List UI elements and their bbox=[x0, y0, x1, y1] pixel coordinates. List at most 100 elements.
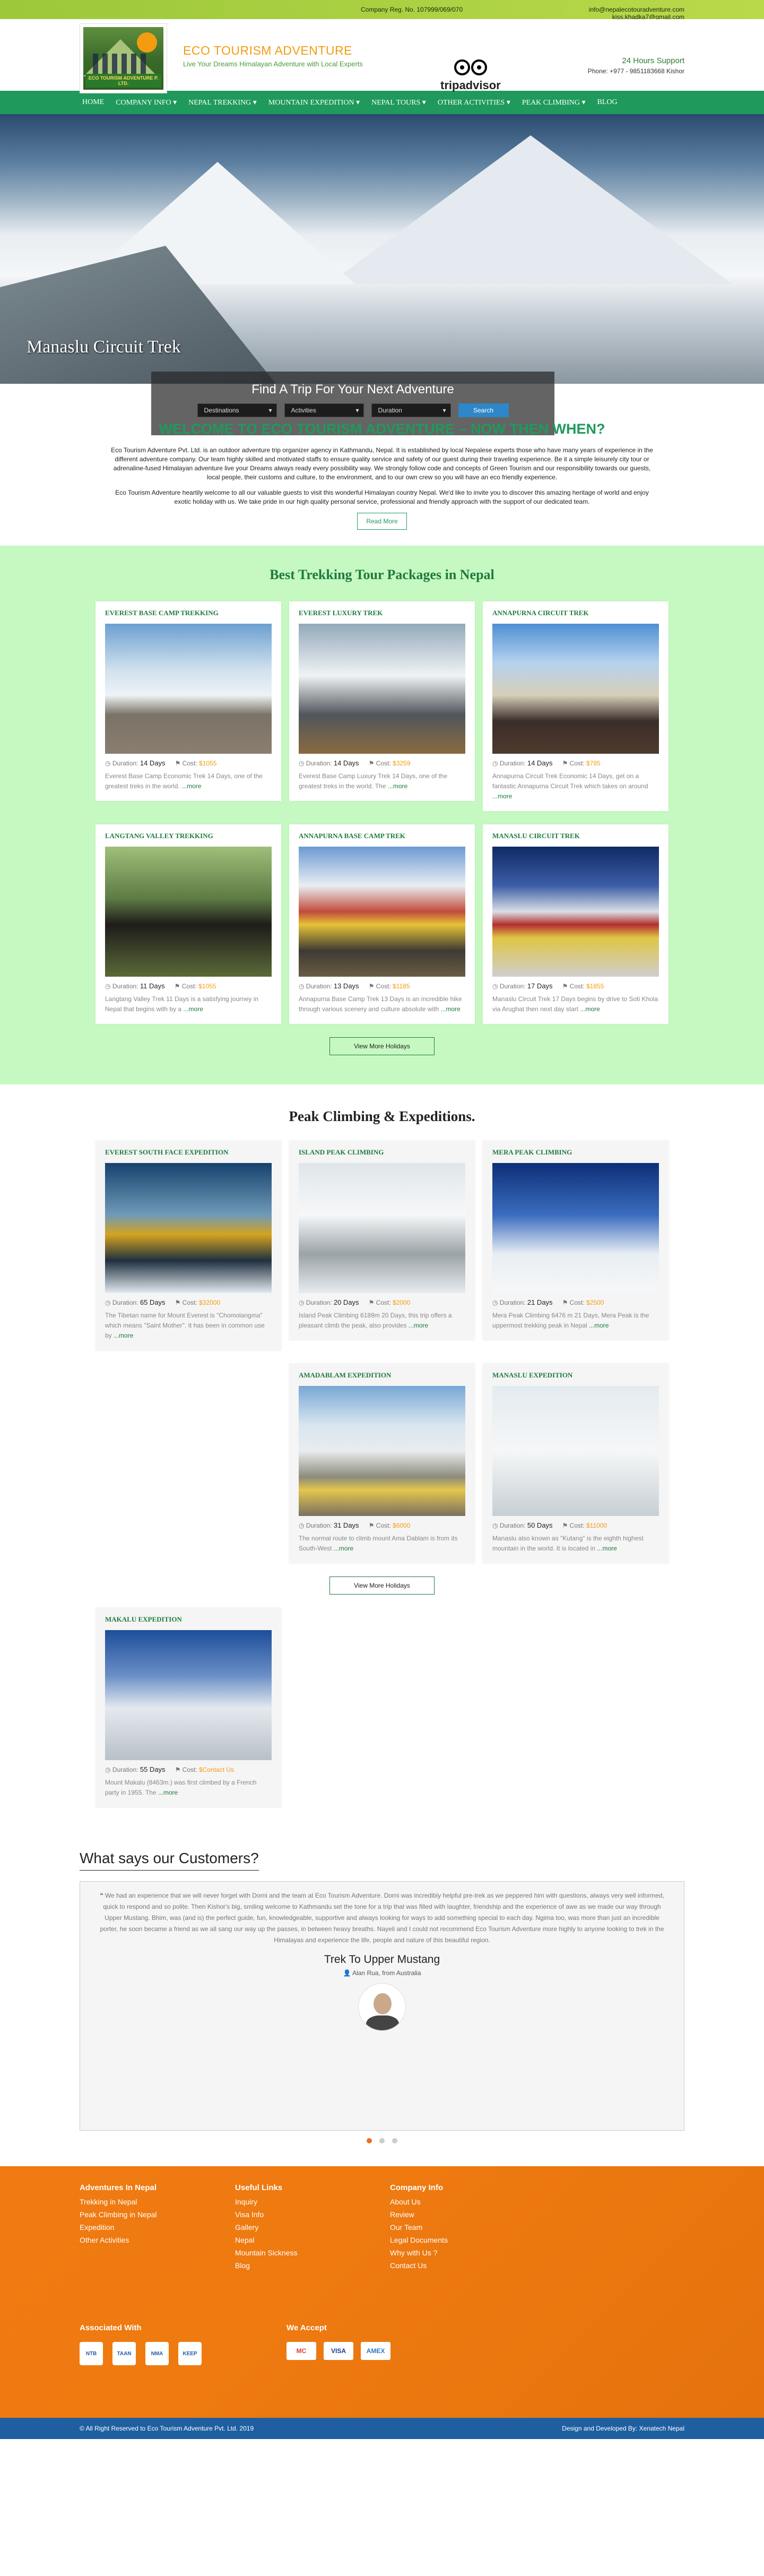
taan-logo-icon[interactable]: TAAN bbox=[112, 2342, 136, 2365]
more-link[interactable]: ...more bbox=[580, 1005, 600, 1013]
footer-link[interactable]: Expedition bbox=[80, 2223, 157, 2232]
nav-nepal-tours[interactable]: NEPAL TOURS ▾ bbox=[371, 98, 426, 107]
package-duration: 50 Days bbox=[527, 1521, 553, 1529]
package-title[interactable]: AMADABLAM EXPEDITION bbox=[299, 1371, 465, 1380]
package-image[interactable] bbox=[299, 847, 465, 977]
more-link[interactable]: ...more bbox=[158, 1789, 178, 1796]
associated-title: Associated With bbox=[80, 2323, 142, 2332]
tripadvisor-badge[interactable]: tripadvisor bbox=[440, 57, 501, 92]
footer-link[interactable]: Review bbox=[390, 2210, 448, 2219]
footer-link[interactable]: Contact Us bbox=[390, 2261, 448, 2270]
more-link[interactable]: ...more bbox=[441, 1005, 461, 1013]
footer-link[interactable]: Legal Documents bbox=[390, 2236, 448, 2244]
package-title[interactable]: ISLAND PEAK CLIMBING bbox=[299, 1148, 465, 1157]
footer-link[interactable]: Other Activities bbox=[80, 2236, 157, 2244]
package-image[interactable] bbox=[492, 1163, 659, 1293]
nav-peak-climbing[interactable]: PEAK CLIMBING ▾ bbox=[522, 98, 586, 107]
more-link[interactable]: ...more bbox=[181, 782, 201, 790]
footer-link[interactable]: Peak Climbing in Nepal bbox=[80, 2210, 157, 2219]
package-card[interactable]: MERA PEAK CLIMBING ◷ Duration: 21 Days ⚑ C… bbox=[483, 1141, 668, 1340]
more-link[interactable]: ...more bbox=[589, 1322, 609, 1329]
more-link[interactable]: ...more bbox=[388, 782, 407, 790]
package-image[interactable] bbox=[105, 624, 272, 754]
footer-link[interactable]: Trekking in Nepal bbox=[80, 2198, 157, 2206]
package-card[interactable]: EVEREST SOUTH FACE EXPEDITION ◷ Duration:… bbox=[96, 1141, 281, 1350]
footer-link[interactable]: Our Team bbox=[390, 2223, 448, 2232]
package-card[interactable]: ISLAND PEAK CLIMBING ◷ Duration: 20 Days ⚑… bbox=[289, 1141, 475, 1340]
footer-link[interactable]: Why with Us ? bbox=[390, 2248, 448, 2257]
payment-title: We Accept bbox=[286, 2323, 327, 2332]
package-title[interactable]: EVEREST SOUTH FACE EXPEDITION bbox=[105, 1148, 272, 1157]
package-title[interactable]: LANGTANG VALLEY TREKKING bbox=[105, 832, 272, 840]
package-title[interactable]: MANASLU CIRCUIT TREK bbox=[492, 832, 659, 840]
package-image[interactable] bbox=[105, 1630, 272, 1760]
nav-company-info[interactable]: COMPANY INFO ▾ bbox=[116, 98, 177, 107]
package-card[interactable]: MANASLU EXPEDITION ◷ Duration: 50 Days ⚑ C… bbox=[483, 1364, 668, 1563]
package-title[interactable]: EVEREST LUXURY TREK bbox=[299, 609, 465, 617]
view-more-peaks-button[interactable]: View More Holidays bbox=[329, 1576, 435, 1595]
more-link[interactable]: ...more bbox=[114, 1332, 133, 1339]
package-image[interactable] bbox=[299, 1163, 465, 1293]
carousel-dot[interactable] bbox=[367, 2138, 372, 2143]
testimonial-author: 👤 Alan Rua, from Australia bbox=[343, 1969, 421, 1977]
designed-by[interactable]: Design and Developed By: Xenatech Nepal bbox=[562, 2425, 684, 2432]
hero-slider[interactable]: Manaslu Circuit Trek bbox=[0, 114, 764, 384]
package-duration: 31 Days bbox=[333, 1521, 359, 1529]
carousel-dot[interactable] bbox=[379, 2138, 385, 2143]
company-logo[interactable]: ECO TOURISM ADVENTURE P. LTD. bbox=[80, 23, 167, 93]
package-card[interactable]: MAKALU EXPEDITION ◷ Duration: 55 Days ⚑ Co… bbox=[96, 1608, 281, 1807]
more-link[interactable]: ...more bbox=[409, 1322, 428, 1329]
top-bar: Company Reg. No. 107999/069/070 info@nep… bbox=[0, 0, 764, 21]
package-title[interactable]: MANASLU EXPEDITION bbox=[492, 1371, 659, 1380]
package-image[interactable] bbox=[105, 847, 272, 977]
package-card[interactable]: AMADABLAM EXPEDITION ◷ Duration: 31 Days ⚑… bbox=[289, 1364, 475, 1563]
package-card[interactable]: EVEREST BASE CAMP TREKKING ◷ Duration: 14… bbox=[96, 601, 281, 801]
package-card[interactable]: ANNAPURNA BASE CAMP TREK ◷ Duration: 13 D… bbox=[289, 824, 475, 1024]
read-more-button[interactable]: Read More bbox=[357, 513, 407, 530]
keep-logo-icon[interactable]: KEEP bbox=[178, 2342, 202, 2365]
footer-link[interactable]: Nepal bbox=[235, 2236, 298, 2244]
footer-link[interactable]: Visa Info bbox=[235, 2210, 298, 2219]
package-image[interactable] bbox=[492, 847, 659, 977]
more-link[interactable]: ...more bbox=[597, 1545, 617, 1552]
package-title[interactable]: MAKALU EXPEDITION bbox=[105, 1615, 272, 1624]
footer-link[interactable]: Blog bbox=[235, 2261, 298, 2270]
package-card[interactable]: EVEREST LUXURY TREK ◷ Duration: 14 Days ⚑ … bbox=[289, 601, 475, 801]
footer-link[interactable]: About Us bbox=[390, 2198, 448, 2206]
nav-mountain-expedition[interactable]: MOUNTAIN EXPEDITION ▾ bbox=[268, 98, 360, 107]
package-duration: 65 Days bbox=[140, 1298, 166, 1306]
package-image[interactable] bbox=[492, 1386, 659, 1516]
amex-icon: AMEX bbox=[361, 2342, 390, 2360]
more-link[interactable]: ...more bbox=[183, 1005, 203, 1013]
nma-logo-icon[interactable]: NMA bbox=[145, 2342, 169, 2365]
ntb-logo-icon[interactable]: NTB bbox=[80, 2342, 103, 2365]
nav-home[interactable]: HOME bbox=[82, 98, 104, 107]
footer-link[interactable]: Mountain Sickness bbox=[235, 2248, 298, 2257]
package-image[interactable] bbox=[492, 624, 659, 754]
nav-nepal-trekking[interactable]: NEPAL TREKKING ▾ bbox=[188, 98, 257, 107]
view-more-trekking-button[interactable]: View More Holidays bbox=[329, 1037, 435, 1055]
clock-icon: ◷ bbox=[492, 1522, 500, 1529]
tag-icon: ⚑ bbox=[368, 1522, 376, 1529]
copyright: © All Right Reserved to Eco Tourism Adve… bbox=[80, 2425, 254, 2432]
package-title[interactable]: EVEREST BASE CAMP TREKKING bbox=[105, 609, 272, 617]
package-card[interactable]: LANGTANG VALLEY TREKKING ◷ Duration: 11 D… bbox=[96, 824, 281, 1024]
more-link[interactable]: ...more bbox=[334, 1545, 353, 1552]
package-card[interactable]: ANNAPURNA CIRCUIT TREK ◷ Duration: 14 Day… bbox=[483, 601, 668, 811]
nav-blog[interactable]: BLOG bbox=[597, 98, 618, 107]
package-description: Annapurna Base Camp Trek 13 Days is an i… bbox=[299, 995, 462, 1013]
testimonials-section: What says our Customers? ❝ We had an exp… bbox=[80, 1834, 684, 2166]
package-title[interactable]: ANNAPURNA CIRCUIT TREK bbox=[492, 609, 659, 617]
package-image[interactable] bbox=[105, 1163, 272, 1293]
package-title[interactable]: MERA PEAK CLIMBING bbox=[492, 1148, 659, 1157]
more-link[interactable]: ...more bbox=[492, 792, 512, 800]
carousel-dot[interactable] bbox=[392, 2138, 397, 2143]
footer-link[interactable]: Inquiry bbox=[235, 2198, 298, 2206]
package-title[interactable]: ANNAPURNA BASE CAMP TREK bbox=[299, 832, 465, 840]
package-card[interactable]: MANASLU CIRCUIT TREK ◷ Duration: 17 Days ⚑… bbox=[483, 824, 668, 1024]
contact-emails[interactable]: info@nepalecotouradventure.com kiss.khad… bbox=[589, 6, 684, 21]
package-image[interactable] bbox=[299, 624, 465, 754]
nav-other-activities[interactable]: OTHER ACTIVITIES ▾ bbox=[438, 98, 510, 107]
package-image[interactable] bbox=[299, 1386, 465, 1516]
footer-link[interactable]: Gallery bbox=[235, 2223, 298, 2232]
